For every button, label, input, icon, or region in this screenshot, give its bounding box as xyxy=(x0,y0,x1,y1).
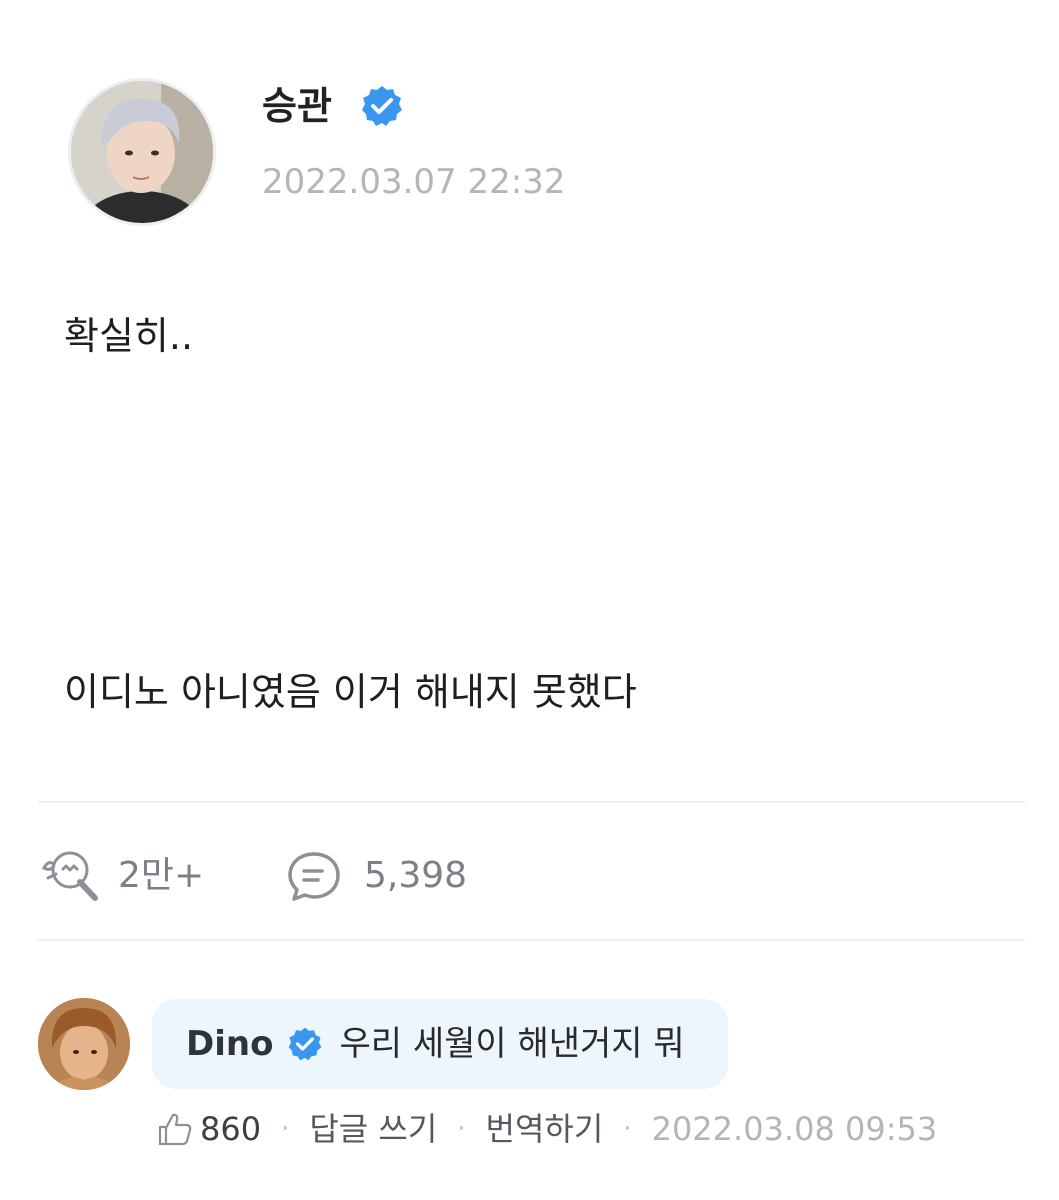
comment-timestamp: 2022.03.08 09:53 xyxy=(651,1110,938,1148)
thumbs-up-icon[interactable] xyxy=(156,1110,194,1148)
post-text-line: 확실히.. xyxy=(64,314,194,358)
comment-actions: 860 · 답글 쓰기 · 번역하기 · 2022.03.08 09:53 xyxy=(156,1106,937,1152)
comment-text: 우리 세월이 해낸거지 뭐 xyxy=(339,1024,685,1064)
separator: · xyxy=(281,1114,290,1144)
post-card: 승관 2022.03.07 22:32 확실히.. 이디노 아니였음 이거 해내… xyxy=(0,0,1059,1200)
comment-author[interactable]: Dino xyxy=(186,1022,273,1066)
comments-button[interactable]: 5,398 xyxy=(286,848,467,904)
comment-bubble-icon xyxy=(288,852,340,901)
comment-like-count: 860 xyxy=(200,1110,262,1148)
commenter-avatar[interactable] xyxy=(38,998,130,1090)
verified-check-icon xyxy=(289,1027,322,1061)
separator: · xyxy=(623,1114,632,1144)
divider xyxy=(38,939,1025,941)
likes-button[interactable]: 2만+ xyxy=(40,848,204,904)
reply-button[interactable]: 답글 쓰기 xyxy=(309,1106,437,1152)
comment-bubble: Dino 우리 세월이 해낸거지 뭐 xyxy=(152,999,728,1089)
likes-count: 2만+ xyxy=(118,855,205,896)
verified-check-icon xyxy=(362,86,402,126)
post-timestamp: 2022.03.07 22:32 xyxy=(262,162,566,202)
separator: · xyxy=(457,1114,466,1144)
author-avatar[interactable] xyxy=(68,78,216,226)
author-name[interactable]: 승관 xyxy=(262,82,332,130)
lightstick-icon xyxy=(41,851,98,901)
divider xyxy=(38,801,1025,803)
translate-button[interactable]: 번역하기 xyxy=(486,1106,604,1152)
comments-count: 5,398 xyxy=(364,855,468,896)
post-text-line: 이디노 아니였음 이거 해내지 못했다 xyxy=(64,670,637,714)
